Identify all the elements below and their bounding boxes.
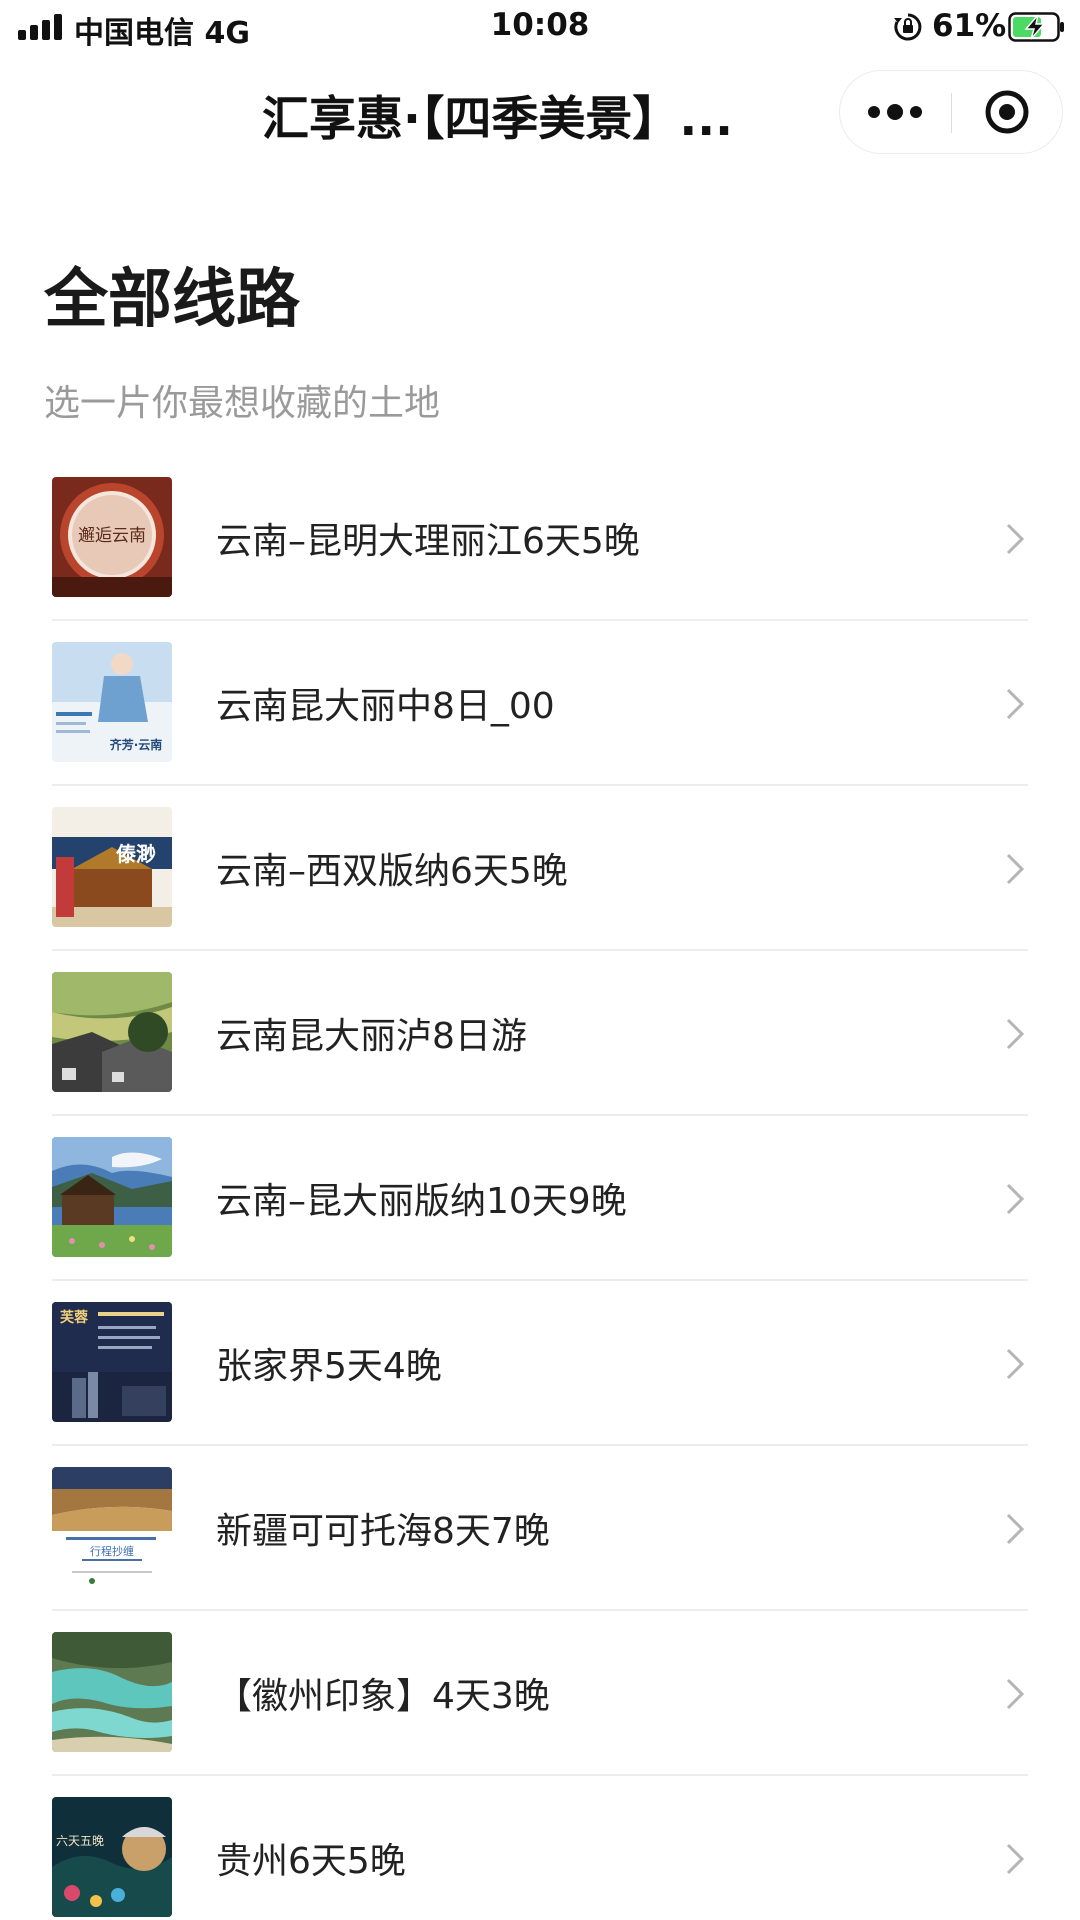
mini-program-capsule [839, 70, 1063, 154]
route-list: 邂逅云南 云南–昆明大理丽江6天5晚 齐芳·云南 云南昆大丽中8日_00 傣渺 … [0, 456, 1080, 1920]
thumb-caption: 傣渺 [116, 842, 156, 866]
page-title: 全部线路 [44, 263, 300, 337]
route-thumbnail: 齐芳·云南 [52, 642, 172, 762]
route-label: 云南昆大丽中8日_00 [216, 686, 555, 727]
route-item-kunming-dali-lijiang[interactable]: 邂逅云南 云南–昆明大理丽江6天5晚 [0, 456, 1080, 621]
route-label: 云南–昆大丽版纳10天9晚 [216, 1181, 627, 1222]
route-label: 新疆可可托海8天7晚 [216, 1511, 550, 1552]
route-label: 云南昆大丽泸8日游 [216, 1016, 527, 1057]
route-thumbnail [52, 1632, 172, 1752]
route-label: 贵州6天5晚 [216, 1841, 406, 1882]
chevron-right-icon [1006, 1678, 1025, 1710]
more-button[interactable] [840, 71, 950, 153]
route-item-kunming-8-days[interactable]: 齐芳·云南 云南昆大丽中8日_00 [0, 621, 1080, 786]
thumb-caption: 齐芳·云南 [110, 737, 163, 752]
route-thumbnail: 行程抄缠 [52, 1467, 172, 1587]
close-mini-program-button[interactable] [952, 71, 1062, 153]
route-thumbnail: 芙蓉 [52, 1302, 172, 1422]
route-label: 张家界5天4晚 [216, 1346, 442, 1387]
route-item-koktokay[interactable]: 行程抄缠 新疆可可托海8天7晚 [0, 1446, 1080, 1611]
battery-charging-icon [1008, 12, 1064, 42]
route-item-xishuangbanna[interactable]: 傣渺 云南–西双版纳6天5晚 [0, 786, 1080, 951]
chevron-right-icon [1006, 1183, 1025, 1215]
thumb-caption: 邂逅云南 [78, 526, 146, 546]
chevron-right-icon [1006, 1348, 1025, 1380]
screen: 中国电信 4G 10:08 61% 汇享惠·【四季美景】... 全部线路 选一片… [0, 0, 1080, 1920]
route-thumbnail: 傣渺 [52, 807, 172, 927]
page-subtitle: 选一片你最想收藏的土地 [44, 383, 441, 424]
status-bar: 中国电信 4G 10:08 61% [0, 0, 1080, 56]
thumb-caption: 行程抄缠 [90, 1544, 134, 1558]
route-label: 【徽州印象】4天3晚 [216, 1676, 550, 1717]
more-dots-icon [868, 104, 922, 120]
chevron-right-icon [1006, 1843, 1025, 1875]
chevron-right-icon [1006, 688, 1025, 720]
route-thumbnail: 六天五晚 [52, 1797, 172, 1917]
route-label: 云南–昆明大理丽江6天5晚 [216, 521, 640, 562]
route-thumbnail: 邂逅云南 [52, 477, 172, 597]
battery-percent: 61% [932, 8, 1007, 44]
chevron-right-icon [1006, 1513, 1025, 1545]
route-thumbnail [52, 972, 172, 1092]
nav-bar: 汇享惠·【四季美景】... [0, 56, 1080, 166]
route-thumbnail [52, 1137, 172, 1257]
target-circle-icon [985, 90, 1029, 134]
chevron-right-icon [1006, 523, 1025, 555]
route-item-zhangjiajie[interactable]: 芙蓉 张家界5天4晚 [0, 1281, 1080, 1446]
orientation-lock-icon [894, 13, 922, 41]
nav-title: 汇享惠·【四季美景】... [262, 92, 733, 147]
route-item-banna-10-days[interactable]: 云南–昆大丽版纳10天9晚 [0, 1116, 1080, 1281]
route-item-guizhou[interactable]: 六天五晚 贵州6天5晚 [0, 1776, 1080, 1920]
route-item-huizhou[interactable]: 【徽州印象】4天3晚 [0, 1611, 1080, 1776]
thumb-caption: 六天五晚 [56, 1834, 104, 1848]
chevron-right-icon [1006, 1018, 1025, 1050]
route-item-lugu-8-days[interactable]: 云南昆大丽泸8日游 [0, 951, 1080, 1116]
chevron-right-icon [1006, 853, 1025, 885]
thumb-caption: 芙蓉 [59, 1309, 89, 1326]
route-label: 云南–西双版纳6天5晚 [216, 851, 568, 892]
